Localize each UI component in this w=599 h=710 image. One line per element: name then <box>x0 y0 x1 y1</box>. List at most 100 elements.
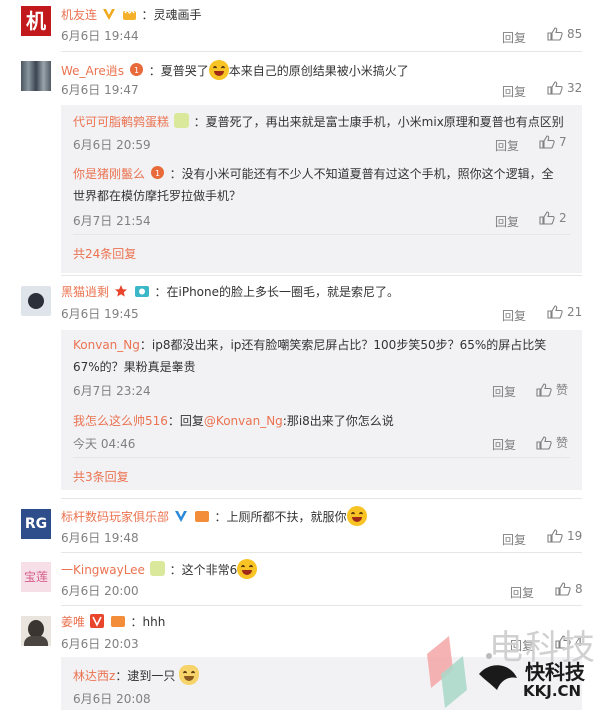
avatar[interactable] <box>21 616 51 646</box>
thumb-up-icon <box>555 582 571 596</box>
watermark-domain: KKJ.CN <box>523 682 582 700</box>
comment-text: 本来自己的原创结果被小米搞火了 <box>228 64 409 78</box>
comment: RG 标杆数码玩家俱乐部 ：上厕所都不扶，就服你 6月6日 19:48 回复 1… <box>0 504 599 550</box>
thumb-up-icon <box>536 435 552 450</box>
reply-date: 今天 04:46 <box>73 437 136 451</box>
like-count: 32 <box>567 81 583 95</box>
like-button[interactable]: 2 <box>539 211 567 225</box>
avatar-glyph: 机 <box>26 9 46 33</box>
like-count: 85 <box>567 27 583 41</box>
camera-badge-icon <box>134 286 149 297</box>
comment-date: 6月6日 20:03 <box>61 637 139 651</box>
comment-date: 6月6日 19:48 <box>61 531 139 545</box>
like-count: 19 <box>567 529 583 543</box>
thumb-up-icon <box>547 27 563 41</box>
divider <box>61 275 582 276</box>
comment-text: ：灵魂画手 <box>141 8 202 22</box>
like-label: 赞 <box>556 383 569 397</box>
like-button[interactable]: 8 <box>555 582 583 596</box>
cat-emoji-icon <box>179 665 200 685</box>
reply-button[interactable]: 回复 <box>495 137 519 154</box>
like-button[interactable]: 赞 <box>536 381 568 398</box>
reply-button[interactable]: 回复 <box>502 531 526 548</box>
svg-text:1: 1 <box>155 169 160 178</box>
reply-text: ：没有小米可能还有不少人不知道夏普有过这个手机，照你这个逻辑，全世界都在模仿摩托… <box>73 167 554 203</box>
comment-text: ：上厕所都不扶，就服你 <box>214 510 347 524</box>
reply-text: ：回复 <box>167 414 204 428</box>
comment-text: ：夏普哭了 <box>148 64 209 78</box>
more-replies-link[interactable]: 共24条回复 <box>73 245 136 262</box>
username[interactable]: 代可可脂鹌鹑蛋糕 <box>73 115 169 129</box>
divider <box>73 234 570 235</box>
like-button[interactable]: 21 <box>547 305 582 319</box>
thumb-up-icon <box>547 305 563 319</box>
avatar[interactable] <box>21 286 51 316</box>
laughing-emoji-icon <box>237 559 258 579</box>
username[interactable]: 机友连 <box>61 8 97 22</box>
username[interactable]: 我怎么这么帅516 <box>73 414 168 428</box>
fan-badge-icon <box>110 616 125 627</box>
like-button[interactable]: 32 <box>547 81 582 95</box>
thumb-up-icon <box>539 135 555 149</box>
divider <box>73 457 570 458</box>
mention-link[interactable]: @Konvan_Ng <box>204 414 283 428</box>
reply-button[interactable]: 回复 <box>510 584 534 601</box>
reply-button[interactable]: 回复 <box>492 383 516 400</box>
like-button[interactable]: 7 <box>539 135 567 149</box>
avatar-logo: RG <box>24 516 48 532</box>
username[interactable]: 一KingwayLee <box>61 563 145 577</box>
avatar[interactable]: RG <box>21 509 51 539</box>
divider <box>61 552 582 553</box>
comment-date: 6月6日 20:00 <box>61 584 139 598</box>
red-badge-icon: 1 <box>150 166 164 179</box>
reply-button[interactable]: 回复 <box>492 436 516 453</box>
cat-emoji-icon <box>173 113 189 128</box>
like-button[interactable]: 赞 <box>536 434 568 451</box>
star-badge-icon <box>114 285 127 297</box>
thumb-up-icon <box>547 81 563 95</box>
red-badge-icon: 1 <box>129 63 143 76</box>
reply-button[interactable]: 回复 <box>502 83 526 100</box>
comment: 黑猫逍剩 ：在iPhone的脸上多长一圈毛，就是索尼了。 6月6日 19:45 … <box>0 280 599 492</box>
username[interactable]: 姜唯 <box>61 615 85 629</box>
thumb-up-icon <box>547 529 563 543</box>
laughing-emoji-icon <box>208 60 229 80</box>
avatar[interactable]: 宝莲 <box>21 562 51 592</box>
avatar[interactable] <box>21 61 51 91</box>
reply-button[interactable]: 回复 <box>495 213 519 230</box>
reply-text: ：逮到一只 <box>115 669 176 683</box>
like-count: 21 <box>567 305 583 319</box>
reply-button[interactable]: 回复 <box>502 29 526 46</box>
verified-v-icon <box>174 511 187 522</box>
like-button[interactable]: 19 <box>547 529 582 543</box>
reply-text: :那i8出来了你怎么说 <box>282 414 394 428</box>
comment: 机 机友连 ：灵魂画手 6月6日 19:44 回复 85 <box>0 0 599 50</box>
comment-text: ：hhh <box>130 615 166 629</box>
sub-replies: Konvan_Ng：ip8都没出来，ip还有脸嘲笑索尼屏占比？100步笑50步？… <box>61 330 582 490</box>
username[interactable]: 标杆数码玩家俱乐部 <box>61 510 169 524</box>
reply-date: 6月6日 20:08 <box>73 692 151 706</box>
reply-date: 6月6日 20:59 <box>73 138 151 152</box>
watermark: 电科技 快科技 KKJ.CN <box>419 628 599 710</box>
divider <box>61 51 582 52</box>
reply-text: ：夏普死了，再出来就是富士康手机，小米mix原理和夏普也有点区别 <box>193 115 564 129</box>
reply-date: 6月7日 21:54 <box>73 214 151 228</box>
username[interactable]: 黑猫逍剩 <box>61 285 109 299</box>
reply-button[interactable]: 回复 <box>502 307 526 324</box>
comment-date: 6月6日 19:45 <box>61 307 139 321</box>
username[interactable]: Konvan_Ng <box>73 338 140 352</box>
username[interactable]: 你是猪刚鬣么 <box>73 167 145 181</box>
more-replies-link[interactable]: 共3条回复 <box>73 468 129 485</box>
username[interactable]: 林达西z <box>73 669 115 683</box>
username[interactable]: We_Are逍s <box>61 64 124 78</box>
crown-badge-icon <box>122 8 136 20</box>
svg-text:1: 1 <box>134 66 139 75</box>
like-count: 2 <box>559 211 567 225</box>
verified-v-icon <box>102 9 115 20</box>
avatar[interactable]: 机 <box>21 6 51 36</box>
thumb-up-icon <box>536 382 552 397</box>
divider <box>61 498 582 499</box>
reply-date: 6月7日 23:24 <box>73 384 151 398</box>
like-label: 赞 <box>556 436 569 450</box>
like-button[interactable]: 85 <box>547 27 582 41</box>
